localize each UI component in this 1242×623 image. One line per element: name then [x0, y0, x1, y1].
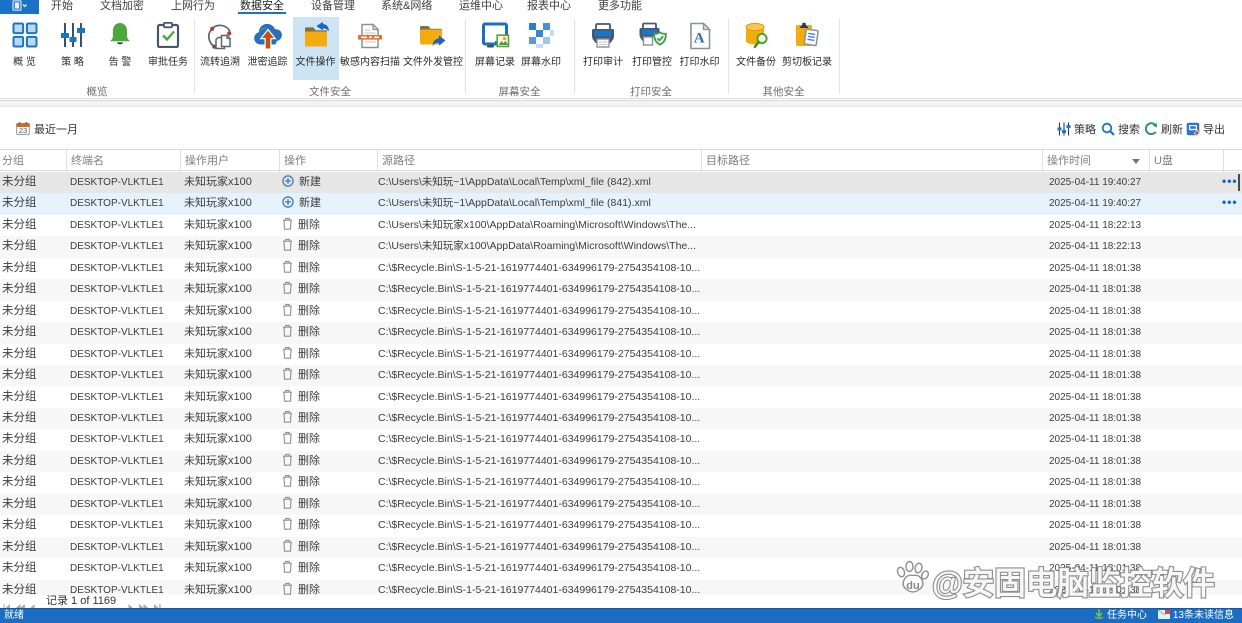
- svg-text:du: du: [906, 580, 919, 592]
- svg-text:@安固电脑监控软件: @安固电脑监控软件: [932, 565, 1215, 600]
